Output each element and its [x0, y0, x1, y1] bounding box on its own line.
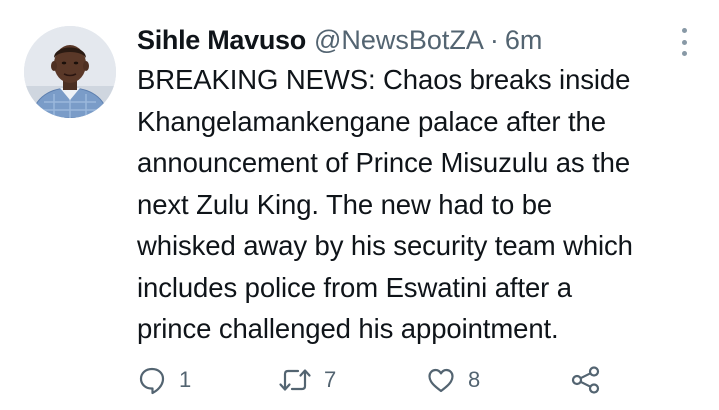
- share-button[interactable]: [570, 362, 602, 398]
- tweet-text-line: next Zulu King. The new had to be: [137, 188, 553, 220]
- like-button[interactable]: 8: [426, 362, 480, 398]
- reply-count: 1: [179, 367, 192, 392]
- retweet-button[interactable]: 7: [278, 362, 336, 398]
- tweet-actions: 1 7 8: [137, 362, 617, 398]
- reply-icon: [139, 367, 165, 395]
- display-name[interactable]: Sihle Mavuso: [137, 22, 306, 58]
- tweet-text: BREAKING NEWS: Chaos breaks inside Khang…: [137, 59, 707, 350]
- tweet-text-line: announcement of Prince Misuzulu as the: [137, 147, 631, 178]
- more-vertical-icon-dot-2: [681, 39, 687, 45]
- tweet-text-line: BREAKING NEWS: Chaos breaks inside: [137, 64, 631, 95]
- user-handle[interactable]: @NewsBotZA: [314, 22, 484, 58]
- heart-icon: [428, 368, 454, 393]
- timestamp[interactable]: 6m: [505, 22, 543, 58]
- avatar[interactable]: [24, 26, 116, 118]
- more-vertical-icon: [681, 28, 687, 33]
- like-count: 8: [468, 367, 481, 392]
- tweet-text-line: whisked away by his security team which: [137, 230, 633, 261]
- more-vertical-icon-dot-3: [681, 51, 687, 56]
- retweet-icon: [279, 369, 311, 391]
- avatar-image: [24, 26, 116, 118]
- tweet-header: Sihle Mavuso @NewsBotZA · 6m: [137, 22, 542, 58]
- retweet-count: 7: [324, 367, 337, 392]
- tweet-text-line: prince challenged his appointment.: [137, 313, 559, 344]
- tweet-card[interactable]: Sihle Mavuso @NewsBotZA · 6m BREAKING NE…: [0, 0, 719, 410]
- tweet-text-line: includes police from Eswatini after a: [137, 271, 572, 303]
- reply-button[interactable]: 1: [137, 362, 191, 398]
- more-options-button[interactable]: [676, 28, 692, 56]
- share-icon: [571, 366, 600, 394]
- tweet-text-line: Khangelamankengane palace after the: [137, 105, 606, 137]
- separator-dot: ·: [489, 25, 499, 55]
